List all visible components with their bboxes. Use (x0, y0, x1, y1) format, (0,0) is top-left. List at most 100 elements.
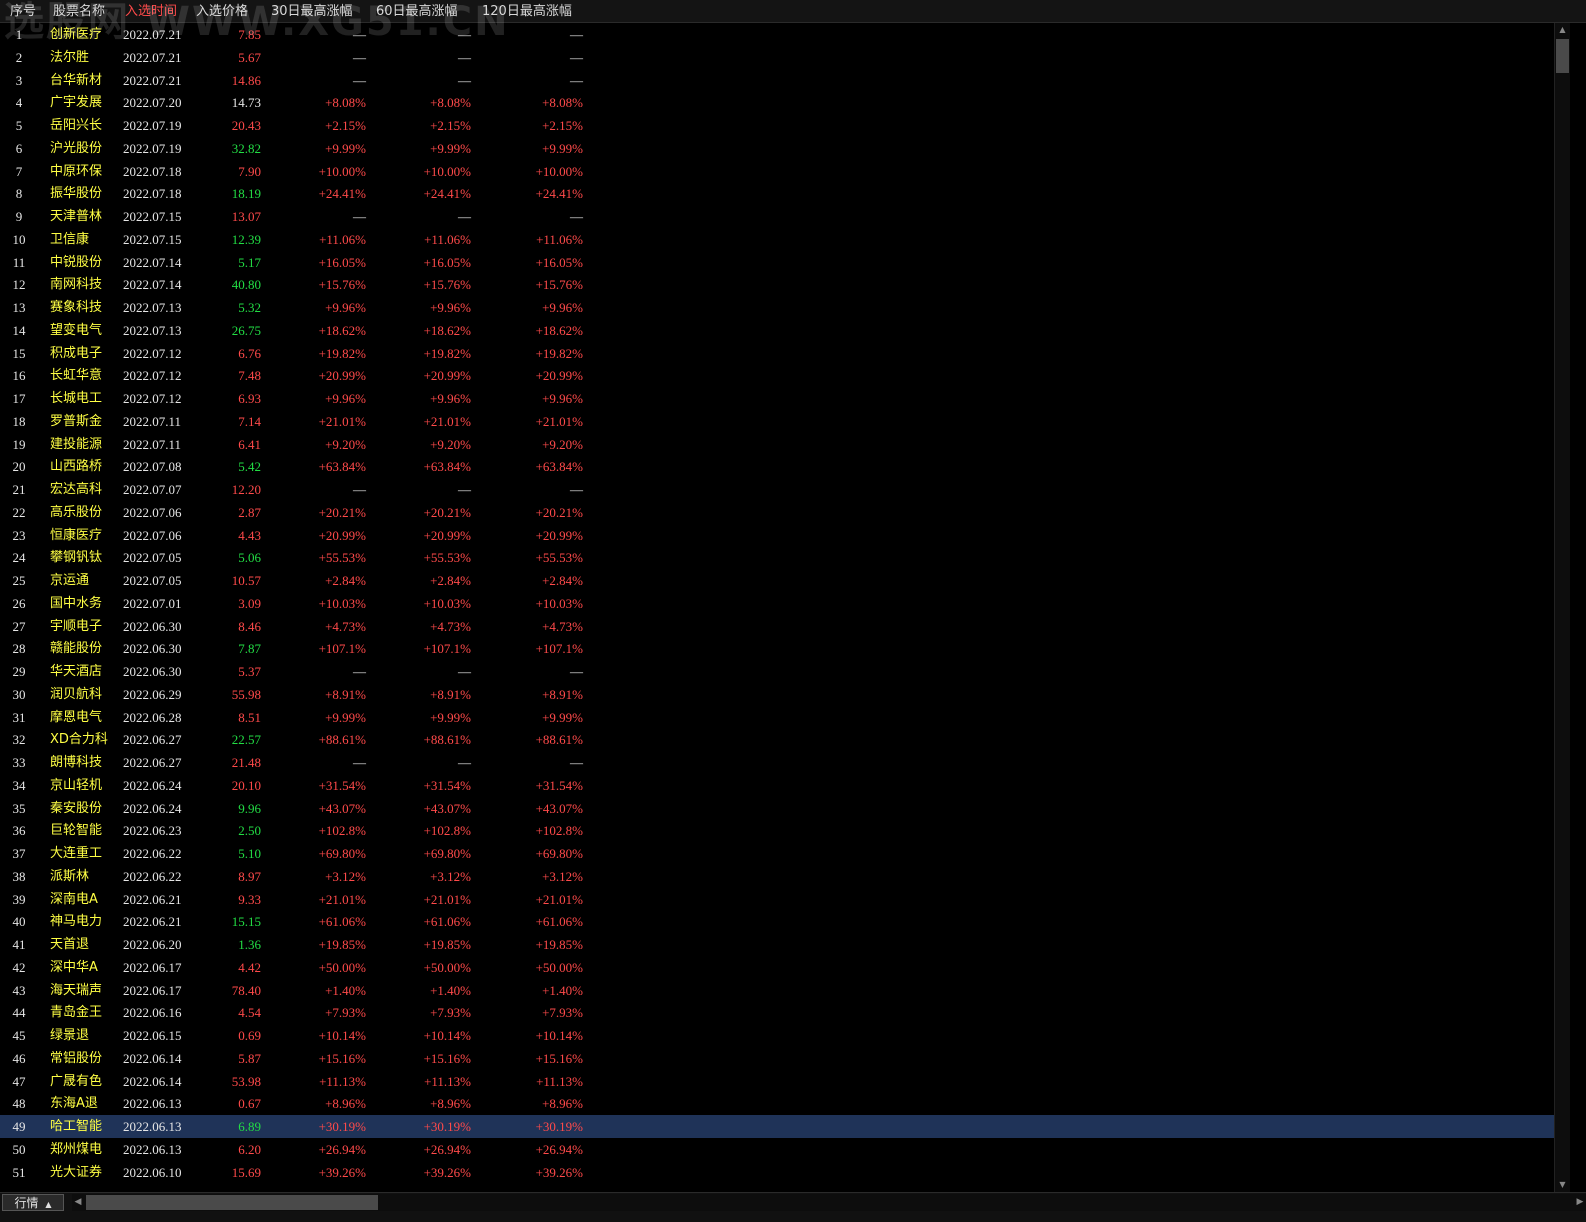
stock-table-body: 1 创新医疗 2022.07.21 7.85 — — — 2 法尔胜 2022.07.21 5.67… (0, 23, 1570, 1205)
table-row[interactable]: 42 深中华A 2022.06.17 4.42 +50.00% +50.00% +50.00… (0, 956, 1570, 979)
table-row[interactable]: 47 广晟有色 2022.06.14 53.98 +11.13% +11.13% +11.1… (0, 1070, 1570, 1093)
table-row[interactable]: 22 高乐股份 2022.07.06 2.87 +20.21% +20.21% +20.21… (0, 501, 1570, 524)
column-header-30d-gain[interactable]: 30日最高涨幅 (271, 0, 353, 23)
table-row[interactable]: 46 常铝股份 2022.06.14 5.87 +15.16% +15.16% +15.16… (0, 1047, 1570, 1070)
column-header-name[interactable]: 股票名称 (53, 0, 105, 23)
select-price: 0.69 (238, 1028, 261, 1043)
vertical-scroll-thumb[interactable] (1556, 39, 1569, 73)
gain-120d: +63.84% (535, 459, 583, 475)
table-row[interactable]: 26 国中水务 2022.07.01 3.09 +10.03% +10.03% +10.03… (0, 592, 1570, 615)
stock-name: 赛象科技 (50, 300, 103, 315)
table-row[interactable]: 11 中锐股份 2022.07.14 5.17 +16.05% +16.05% +16.05… (0, 251, 1570, 274)
gain-60d: +8.91% (430, 686, 471, 702)
table-row[interactable]: 19 建投能源 2022.07.11 6.41 +9.20% +9.20% +9.20% (0, 433, 1570, 456)
horizontal-scroll-thumb[interactable] (86, 1195, 378, 1210)
gain-120d: +9.96% (542, 300, 583, 315)
table-row[interactable]: 44 青岛金王 2022.06.16 4.54 +7.93% +7.93% +7.93% (0, 1001, 1570, 1024)
table-row[interactable]: 1 创新医疗 2022.07.21 7.85 — — — (0, 23, 1570, 46)
gain-30d: +8.91% (325, 686, 366, 702)
table-row[interactable]: 7 中原环保 2022.07.18 7.90 +10.00% +10.00% +10.00% (0, 160, 1570, 183)
table-row[interactable]: 9 天津普林 2022.07.15 13.07 — — — (0, 205, 1570, 228)
table-row[interactable]: 23 恒康医疗 2022.07.06 4.43 +20.99% +20.99% +20.99… (0, 524, 1570, 547)
stock-name: 建投能源 (50, 436, 103, 452)
table-row[interactable]: 48 东海A退 2022.06.13 0.67 +8.96% +8.96% +8.96% (0, 1092, 1570, 1115)
table-row[interactable]: 16 长虹华意 2022.07.12 7.48 +20.99% +20.99% +20.99… (0, 364, 1570, 387)
table-row[interactable]: 35 秦安股份 2022.06.24 9.96 +43.07% +43.07% +43.07… (0, 797, 1570, 820)
table-row[interactable]: 3 台华新材 2022.07.21 14.86 — — — (0, 69, 1570, 92)
table-row[interactable]: 17 长城电工 2022.07.12 6.93 +9.96% +9.96% +9.96% (0, 387, 1570, 410)
scroll-left-icon[interactable]: ◀ (72, 1194, 84, 1211)
table-row[interactable]: 28 赣能股份 2022.06.30 7.87 +107.1% +107.1% +107.1… (0, 637, 1570, 660)
table-row[interactable]: 2 法尔胜 2022.07.21 5.67 — — — (0, 46, 1570, 69)
table-row[interactable]: 33 朗博科技 2022.06.27 21.48 — — — (0, 751, 1570, 774)
row-index: 29 (12, 664, 26, 679)
table-row[interactable]: 36 巨轮智能 2022.06.23 2.50 +102.8% +102.8% +102.8… (0, 819, 1570, 842)
stock-name: 振华股份 (50, 186, 103, 202)
stock-name: 巨轮智能 (50, 823, 103, 839)
table-row[interactable]: 40 神马电力 2022.06.21 15.15 +61.06% +61.06% +61.0… (0, 910, 1570, 933)
table-row[interactable]: 12 南网科技 2022.07.14 40.80 +15.76% +15.76% +15.7… (0, 273, 1570, 296)
table-row[interactable]: 25 京运通 2022.07.05 10.57 +2.84% +2.84% +2.84% (0, 569, 1570, 592)
table-row[interactable]: 21 宏达高科 2022.07.07 12.20 — — — (0, 478, 1570, 501)
table-row[interactable]: 10 卫信康 2022.07.15 12.39 +11.06% +11.06% +11.06… (0, 228, 1570, 251)
horizontal-scrollbar[interactable]: ◀ ▶ (72, 1194, 1586, 1211)
column-header-index[interactable]: 序号 (10, 0, 36, 23)
table-row[interactable]: 30 润贝航科 2022.06.29 55.98 +8.91% +8.91% +8.91% (0, 683, 1570, 706)
select-price: 8.51 (238, 709, 261, 725)
table-row[interactable]: 27 宇顺电子 2022.06.30 8.46 +4.73% +4.73% +4.73% (0, 615, 1570, 638)
gain-120d: +19.85% (535, 937, 583, 952)
table-row[interactable]: 24 攀钢钒钛 2022.07.05 5.06 +55.53% +55.53% +55.53… (0, 546, 1570, 569)
gain-60d: +10.00% (423, 163, 471, 179)
gain-60d: +10.03% (423, 595, 471, 611)
scroll-right-icon[interactable]: ▶ (1574, 1194, 1586, 1211)
table-row[interactable]: 13 赛象科技 2022.07.13 5.32 +9.96% +9.96% +9.96% (0, 296, 1570, 319)
gain-30d: +11.06% (319, 231, 366, 247)
select-date: 2022.06.30 (123, 664, 182, 679)
gain-60d: +50.00% (423, 959, 471, 975)
table-row[interactable]: 15 积成电子 2022.07.12 6.76 +19.82% +19.82% +19.82… (0, 342, 1570, 365)
table-row[interactable]: 8 振华股份 2022.07.18 18.19 +24.41% +24.41% +24.41… (0, 182, 1570, 205)
column-header-select-price[interactable]: 入选价格 (196, 0, 248, 23)
gain-30d: +20.99% (318, 368, 366, 384)
table-row[interactable]: 34 京山轻机 2022.06.24 20.10 +31.54% +31.54% +31.5… (0, 774, 1570, 797)
gain-120d: +43.07% (535, 800, 583, 816)
table-row[interactable]: 49 哈工智能 2022.06.13 6.89 +30.19% +30.19% +30.19… (0, 1115, 1570, 1138)
table-row[interactable]: 6 沪光股份 2022.07.19 32.82 +9.99% +9.99% +9.99% (0, 137, 1570, 160)
select-date: 2022.07.18 (123, 186, 182, 202)
gain-30d: +20.99% (318, 527, 366, 543)
select-price: 14.86 (231, 72, 261, 88)
column-header-select-date[interactable]: 入选时间 (125, 0, 177, 23)
table-row[interactable]: 50 郑州煤电 2022.06.13 6.20 +26.94% +26.94% +26.94… (0, 1138, 1570, 1161)
row-index: 50 (12, 1141, 26, 1157)
table-row[interactable]: 51 光大证券 2022.06.10 15.69 +39.26% +39.26% +39.2… (0, 1161, 1570, 1184)
table-row[interactable]: 32 XD合力科 2022.06.27 22.57 +88.61% +88.61% +88.… (0, 728, 1570, 751)
select-date: 2022.06.22 (123, 868, 182, 884)
table-row[interactable]: 14 望变电气 2022.07.13 26.75 +18.62% +18.62% +18.6… (0, 319, 1570, 342)
row-index: 36 (12, 823, 26, 839)
column-header-120d-gain[interactable]: 120日最高涨幅 (482, 0, 572, 23)
vertical-scrollbar[interactable]: ▲ ▼ (1554, 23, 1570, 1192)
scroll-up-icon[interactable]: ▲ (1555, 23, 1570, 37)
table-header: 序号 股票名称 入选时间 入选价格 30日最高涨幅 60日最高涨幅 120日最高… (0, 0, 1586, 23)
gain-30d: — (353, 49, 366, 65)
stock-name: 山西路桥 (50, 459, 103, 475)
table-row[interactable]: 45 绿景退 2022.06.15 0.69 +10.14% +10.14% +10.14% (0, 1024, 1570, 1047)
table-row[interactable]: 39 深南电A 2022.06.21 9.33 +21.01% +21.01% +21.01… (0, 888, 1570, 911)
table-row[interactable]: 37 大连重工 2022.06.22 5.10 +69.80% +69.80% +69.80… (0, 842, 1570, 865)
gain-120d: +10.00% (535, 163, 583, 179)
gain-30d: +10.00% (318, 163, 366, 179)
table-row[interactable]: 31 摩恩电气 2022.06.28 8.51 +9.99% +9.99% +9.99% (0, 706, 1570, 729)
gain-120d: +30.19% (535, 1119, 583, 1134)
table-row[interactable]: 20 山西路桥 2022.07.08 5.42 +63.84% +63.84% +63.84… (0, 455, 1570, 478)
table-row[interactable]: 5 岳阳兴长 2022.07.19 20.43 +2.15% +2.15% +2.15% (0, 114, 1570, 137)
table-row[interactable]: 29 华天酒店 2022.06.30 5.37 — — — (0, 660, 1570, 683)
column-header-60d-gain[interactable]: 60日最高涨幅 (376, 0, 458, 23)
table-row[interactable]: 4 广宇发展 2022.07.20 14.73 +8.08% +8.08% +8.08% (0, 91, 1570, 114)
market-tab[interactable]: 行情 ▲ (2, 1194, 64, 1211)
table-row[interactable]: 41 天首退 2022.06.20 1.36 +19.85% +19.85% +19.85% (0, 933, 1570, 956)
table-row[interactable]: 18 罗普斯金 2022.07.11 7.14 +21.01% +21.01% +21.01… (0, 410, 1570, 433)
table-row[interactable]: 43 海天瑞声 2022.06.17 78.40 +1.40% +1.40% +1.40% (0, 979, 1570, 1002)
gain-30d: +20.21% (318, 504, 366, 520)
scroll-down-icon[interactable]: ▼ (1555, 1178, 1570, 1192)
table-row[interactable]: 38 派斯林 2022.06.22 8.97 +3.12% +3.12% +3.12% (0, 865, 1570, 888)
